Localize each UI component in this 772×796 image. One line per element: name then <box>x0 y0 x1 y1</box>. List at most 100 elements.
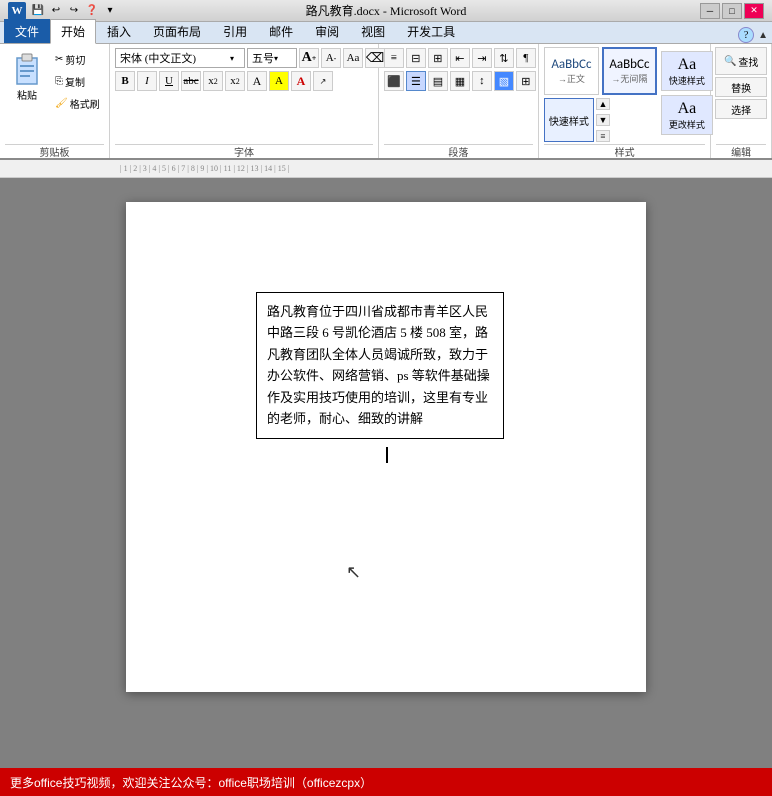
copy-button[interactable]: ⎘ 复制 <box>51 71 104 91</box>
borders-button[interactable]: ⊞ <box>516 71 536 91</box>
tab-file[interactable]: 文件 <box>4 19 50 43</box>
shading-button[interactable]: ▧ <box>494 71 514 91</box>
select-button[interactable]: 选择 <box>715 99 767 119</box>
font-label: 字体 <box>115 144 373 158</box>
multilevel-button[interactable]: ⊞ <box>428 48 448 68</box>
tab-view[interactable]: 视图 <box>350 19 396 43</box>
quick-styles-action-button[interactable]: Aa 快速样式 <box>661 51 713 91</box>
find-button[interactable]: 🔍 查找 <box>715 47 767 75</box>
grow-font-button[interactable]: A+ <box>299 48 319 68</box>
bordered-text-box[interactable]: 路凡教育位于四川省成都市青羊区人民中路三段 6 号凯伦酒店 5 楼 508 室，… <box>256 292 504 439</box>
change-styles-icon: Aa <box>678 100 697 118</box>
strikethrough-button[interactable]: abc <box>181 71 201 91</box>
cut-button[interactable]: ✂ 剪切 <box>51 49 104 69</box>
style-scroll-down[interactable]: ▼ <box>596 114 610 126</box>
paste-button[interactable]: 粘贴 <box>5 47 49 106</box>
show-hide-button[interactable]: ¶ <box>516 48 536 68</box>
tab-mailings[interactable]: 邮件 <box>258 19 304 43</box>
justify-button[interactable]: ▦ <box>450 71 470 91</box>
text-cursor <box>386 447 388 463</box>
text-content-area: 路凡教育位于四川省成都市青羊区人民中路三段 6 号凯伦酒店 5 楼 508 室，… <box>256 292 504 439</box>
styles-scroll: ▲ ▼ ≡ <box>596 98 610 142</box>
decrease-indent-button[interactable]: ⇤ <box>450 48 470 68</box>
quick-style-2[interactable]: AaBbCc →无间隔 <box>602 47 657 95</box>
font-color-button[interactable]: A <box>291 71 311 91</box>
undo-icon[interactable]: ↩ <box>48 3 64 19</box>
restore-button[interactable]: □ <box>722 3 742 19</box>
redo-icon[interactable]: ↪ <box>66 3 82 19</box>
tab-references[interactable]: 引用 <box>212 19 258 43</box>
ribbon-tabs: 文件 开始 插入 页面布局 引用 邮件 审阅 视图 开发工具 ? ▲ <box>0 22 772 44</box>
tab-home[interactable]: 开始 <box>50 19 96 44</box>
tab-page-layout[interactable]: 页面布局 <box>142 19 212 43</box>
paragraph-label: 段落 <box>384 144 533 158</box>
clipboard-group-top: 粘贴 ✂ 剪切 ⎘ 复制 🖌 格式刷 <box>5 47 104 142</box>
tab-review[interactable]: 审阅 <box>304 19 350 43</box>
title-bar-title: 路凡教育.docx - Microsoft Word <box>306 2 467 19</box>
italic-button[interactable]: I <box>137 71 157 91</box>
status-bar: 更多office技巧视频，欢迎关注公众号：office职场培训（officezc… <box>0 768 772 796</box>
save-icon[interactable]: 💾 <box>30 3 46 19</box>
styles-action-row: 快速样式 ▲ ▼ ≡ <box>544 98 657 142</box>
style-scroll-up[interactable]: ▲ <box>596 98 610 110</box>
tab-insert[interactable]: 插入 <box>96 19 142 43</box>
page-area: 路凡教育位于四川省成都市青羊区人民中路三段 6 号凯伦酒店 5 楼 508 室，… <box>0 178 772 768</box>
scissors-icon: ✂ <box>55 54 63 65</box>
underline-button[interactable]: U <box>159 71 179 91</box>
font-name-arrow: ▾ <box>230 54 234 63</box>
ribbon-toggle[interactable]: ▲ <box>758 30 768 41</box>
paste-icon <box>9 51 45 87</box>
customize-icon[interactable]: ▾ <box>102 3 118 19</box>
word-logo-icon: W <box>8 2 26 20</box>
editing-group-top: 🔍 查找 替换 选择 <box>716 47 766 142</box>
subscript-button[interactable]: x2 <box>203 71 223 91</box>
paragraph-group-top: ≡ ⊟ ⊞ ⇤ ⇥ ⇅ ¶ ⬛ ☰ ▤ ▦ ↕ ▧ ⊞ <box>384 47 533 142</box>
text-effect-button[interactable]: A <box>247 71 267 91</box>
increase-indent-button[interactable]: ⇥ <box>472 48 492 68</box>
word-page: 路凡教育位于四川省成都市青羊区人民中路三段 6 号凯伦酒店 5 楼 508 室，… <box>126 202 646 692</box>
styles-group: AaBbCc →正文 AaBbCc →无间隔 快速样式 <box>539 44 711 158</box>
clipboard-group: 粘贴 ✂ 剪切 ⎘ 复制 🖌 格式刷 剪贴板 <box>0 44 110 158</box>
style-items: AaBbCc →正文 AaBbCc →无间隔 快速样式 <box>544 47 657 142</box>
mouse-cursor: ↖ <box>346 562 361 583</box>
font-size-dropdown[interactable]: 五号 ▾ <box>247 48 297 68</box>
paragraph-row1: ≡ ⊟ ⊞ ⇤ ⇥ ⇅ ¶ <box>384 48 536 68</box>
change-case-button[interactable]: Aa <box>343 48 363 68</box>
style-more[interactable]: ≡ <box>596 130 610 142</box>
quick-styles-button[interactable]: 快速样式 <box>544 98 594 142</box>
bullets-button[interactable]: ≡ <box>384 48 404 68</box>
styles-label: 样式 <box>544 144 705 158</box>
font-group: 宋体 (中文正文) ▾ 五号 ▾ A+ A- Aa ⌫ B I U abc x2… <box>110 44 379 158</box>
align-left-button[interactable]: ⬛ <box>384 71 404 91</box>
styles-group-top: AaBbCc →正文 AaBbCc →无间隔 快速样式 <box>544 47 705 142</box>
clipboard-label: 剪贴板 <box>5 144 104 158</box>
font-expand-button[interactable]: ↗ <box>313 71 333 91</box>
font-name-dropdown[interactable]: 宋体 (中文正文) ▾ <box>115 48 245 68</box>
paragraph-group: ≡ ⊟ ⊞ ⇤ ⇥ ⇅ ¶ ⬛ ☰ ▤ ▦ ↕ ▧ ⊞ 段落 <box>379 44 539 158</box>
tab-developer[interactable]: 开发工具 <box>396 19 466 43</box>
replace-button[interactable]: 替换 <box>715 77 767 97</box>
align-right-button[interactable]: ▤ <box>428 71 448 91</box>
format-painter-button[interactable]: 🖌 格式刷 <box>51 93 104 113</box>
line-spacing-button[interactable]: ↕ <box>472 71 492 91</box>
close-button[interactable]: ✕ <box>744 3 764 19</box>
minimize-button[interactable]: ─ <box>700 3 720 19</box>
change-styles-button[interactable]: Aa 更改样式 <box>661 95 713 135</box>
font-size-arrow: ▾ <box>274 54 278 63</box>
format-painter-icon: 🖌 <box>55 98 68 109</box>
highlight-button[interactable]: A <box>269 71 289 91</box>
help-icon[interactable]: ❓ <box>84 3 100 19</box>
status-text: 更多office技巧视频，欢迎关注公众号：office职场培训（officezc… <box>10 774 372 791</box>
styles-action-buttons: Aa 快速样式 Aa 更改样式 <box>661 47 713 135</box>
shrink-font-button[interactable]: A- <box>321 48 341 68</box>
superscript-button[interactable]: x2 <box>225 71 245 91</box>
bold-button[interactable]: B <box>115 71 135 91</box>
quick-style-1[interactable]: AaBbCc →正文 <box>544 47 599 95</box>
binoculars-icon: 🔍 <box>724 56 736 67</box>
clipboard-sub-buttons: ✂ 剪切 ⎘ 复制 🖌 格式刷 <box>51 47 104 113</box>
numbering-button[interactable]: ⊟ <box>406 48 426 68</box>
help-circle-icon[interactable]: ? <box>738 27 754 43</box>
align-center-button[interactable]: ☰ <box>406 71 426 91</box>
sort-button[interactable]: ⇅ <box>494 48 514 68</box>
font-row1: 宋体 (中文正文) ▾ 五号 ▾ A+ A- Aa ⌫ <box>115 48 385 68</box>
